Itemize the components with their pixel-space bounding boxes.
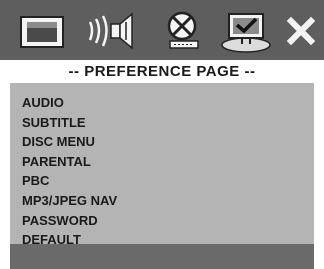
display-settings-tab[interactable] [18,8,68,54]
page-title: -- PREFERENCE PAGE -- [10,60,314,83]
status-bar [10,244,314,269]
menu-item-disc-menu[interactable]: DISC MENU [22,132,117,152]
menu-item-audio[interactable]: AUDIO [22,93,117,113]
menu-item-subtitle[interactable]: SUBTITLE [22,113,117,133]
menu-item-parental[interactable]: PARENTAL [22,152,117,172]
setup-menu-screen: -- PREFERENCE PAGE -- AUDIO SUBTITLE DIS… [0,0,324,269]
speaker-icon [88,12,133,50]
setup-toolbar [0,0,324,60]
menu-panel: AUDIO SUBTITLE DISC MENU PARENTAL PBC MP… [10,83,314,247]
menu-item-mp3-jpeg-nav[interactable]: MP3/JPEG NAV [22,191,117,211]
close-icon [286,16,316,46]
preference-settings-tab[interactable] [220,8,272,54]
preference-menu: AUDIO SUBTITLE DISC MENU PARENTAL PBC MP… [22,93,117,250]
disc-settings-tab[interactable] [160,8,208,54]
menu-item-pbc[interactable]: PBC [22,171,117,191]
display-icon [20,16,64,48]
preference-icon [221,13,271,53]
menu-item-password[interactable]: PASSWORD [22,211,117,231]
exit-button[interactable] [284,8,318,54]
disc-icon [167,11,199,49]
audio-settings-tab[interactable] [86,8,142,54]
